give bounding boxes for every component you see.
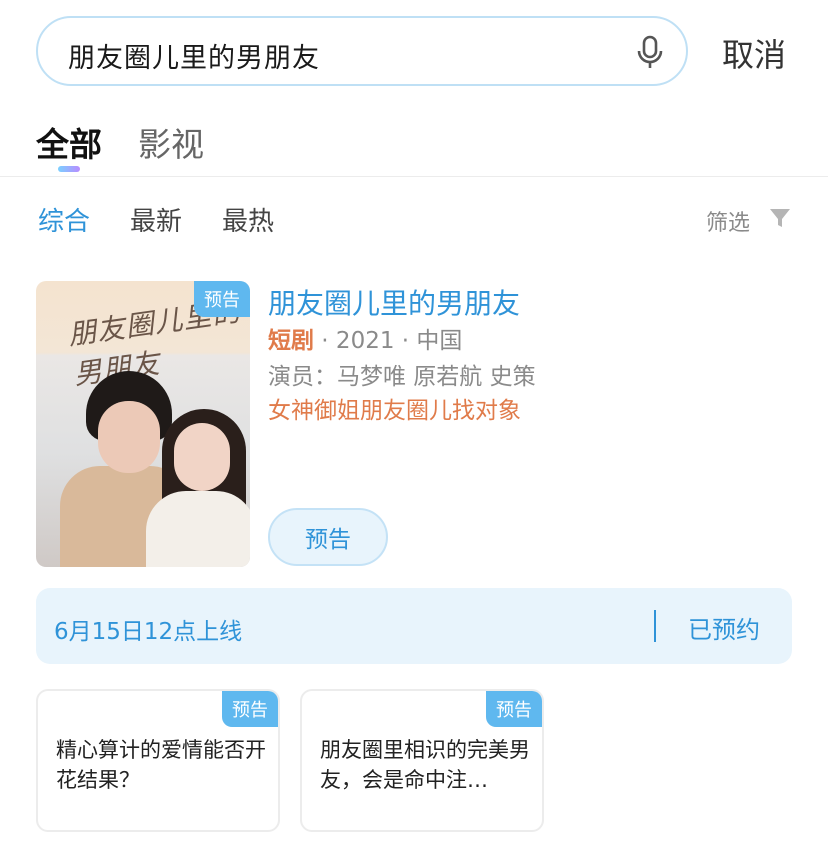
related-card-text: 精心算计的爱情能否开花结果？ [56,738,266,792]
show-title[interactable]: 朋友圈儿里的男朋友 [268,282,520,322]
related-card[interactable]: 预告 朋友圈里相识的完美男友，会是命中注… [300,689,544,832]
year-region: · 2021 · 中国 [314,328,463,354]
trailer-badge: 预告 [486,691,542,727]
funnel-icon[interactable] [768,206,792,230]
release-separator [654,610,656,642]
cast-line: 演员：马梦唯 原若航 史策 [268,364,536,390]
trailer-badge: 预告 [194,281,250,317]
filter-button[interactable]: 筛选 [706,205,750,237]
trailer-badge: 预告 [222,691,278,727]
show-tagline: 女神御姐朋友圈儿找对象 [268,398,521,424]
active-tab-indicator [58,166,80,172]
genre-label: 短剧 [268,328,314,354]
microphone-icon[interactable] [634,35,666,71]
poster-figure-woman-face [174,423,230,491]
cancel-button[interactable]: 取消 [722,30,786,76]
show-meta: 短剧 · 2021 · 中国 [268,321,462,355]
related-card-text: 朋友圈里相识的完美男友，会是命中注… [320,738,530,792]
related-card[interactable]: 预告 精心算计的爱情能否开花结果？ [36,689,280,832]
sort-latest[interactable]: 最新 [130,201,182,238]
poster-thumbnail[interactable]: 朋友圈儿里的男朋友 预告 [36,281,250,567]
search-input[interactable]: 朋友圈儿里的男朋友 [36,16,688,86]
poster-figure-man-face [98,401,160,473]
release-bar: 6月15日12点上线 已预约 [36,588,792,664]
tab-video[interactable]: 影视 [138,118,204,166]
release-date: 6月15日12点上线 [54,619,243,645]
tab-divider [0,176,828,177]
poster-figure-woman [146,491,250,567]
tab-all[interactable]: 全部 [36,118,102,166]
search-query-text[interactable]: 朋友圈儿里的男朋友 [68,36,320,75]
sort-comprehensive[interactable]: 综合 [38,201,90,238]
sort-hot[interactable]: 最热 [222,201,274,238]
reserved-button[interactable]: 已预约 [688,610,760,645]
trailer-button[interactable]: 预告 [268,508,388,566]
